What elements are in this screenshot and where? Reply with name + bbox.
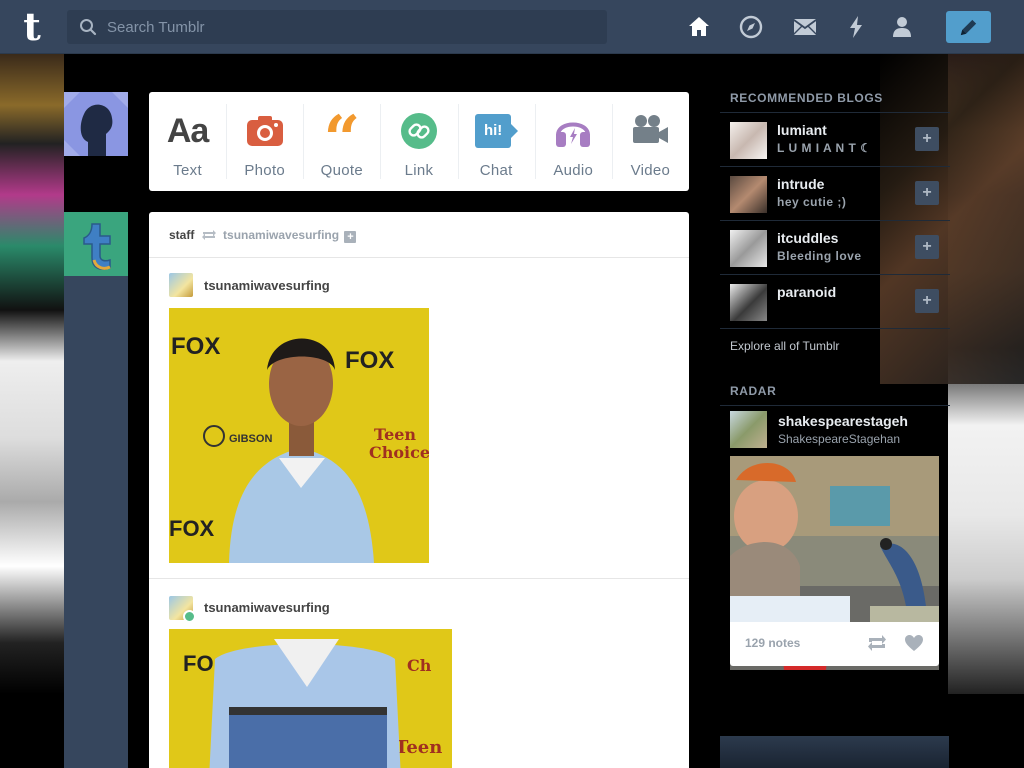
- recommended-blog-item[interactable]: itcuddles Bleeding love +: [720, 221, 950, 275]
- right-sidebar: RECOMMENDED BLOGS lumiant L U M I A N T …: [720, 84, 950, 670]
- svg-text:Teen: Teen: [395, 737, 442, 758]
- reblogger-name[interactable]: staff: [169, 228, 194, 242]
- follow-button[interactable]: +: [915, 235, 939, 259]
- post-type-label: Video: [630, 162, 671, 179]
- post-type-label: Text: [173, 162, 202, 179]
- background-image-left: [0, 54, 64, 694]
- blog-name[interactable]: shakespearestageh: [778, 413, 910, 429]
- explore-all-link[interactable]: Explore all of Tumblr: [720, 329, 950, 363]
- user-avatar[interactable]: [64, 92, 128, 156]
- text-icon: Aa: [166, 111, 209, 150]
- post-header: staff tsunamiwavesurfing +: [149, 212, 689, 258]
- reblog-icon[interactable]: [866, 634, 888, 652]
- photo-person-image: FOX FOX FOX Teen Choice GIBSON: [169, 308, 429, 563]
- blog-avatar[interactable]: [730, 411, 767, 448]
- home-icon[interactable]: [686, 14, 712, 40]
- post-type-text-button[interactable]: Aa Text: [149, 92, 226, 191]
- post-type-quote-button[interactable]: “ Quote: [303, 92, 380, 191]
- default-avatar-silhouette-icon: [64, 92, 128, 156]
- staff-avatar[interactable]: [64, 212, 128, 276]
- tumblr-t-icon: [83, 223, 111, 270]
- pencil-icon: [960, 19, 977, 36]
- post-photo[interactable]: FO Ch Teen: [169, 629, 452, 768]
- blog-subtitle: hey cutie ;): [777, 195, 847, 209]
- top-navigation-bar: t: [0, 0, 1024, 54]
- post-type-bar: Aa Text Photo “ Quote Link hi! Chat Audi…: [149, 92, 689, 191]
- blog-name[interactable]: paranoid: [777, 284, 836, 300]
- recommended-blog-item[interactable]: intrude hey cutie ;) +: [720, 167, 950, 221]
- account-person-icon[interactable]: [889, 14, 915, 40]
- post-type-audio-button[interactable]: Audio: [534, 92, 612, 191]
- post-type-video-button[interactable]: Video: [611, 92, 689, 191]
- svg-text:Teen: Teen: [374, 425, 416, 444]
- svg-text:FOX: FOX: [345, 347, 394, 374]
- dashboard-post: staff tsunamiwavesurfing + tsunamiwavesu…: [149, 212, 689, 768]
- source-blog-name[interactable]: tsunamiwavesurfing: [223, 228, 339, 242]
- follow-plus-icon[interactable]: +: [344, 231, 357, 243]
- blog-avatar[interactable]: [730, 284, 767, 321]
- follow-button[interactable]: +: [914, 416, 923, 434]
- blog-subtitle: ShakespeareStagehan: [778, 432, 901, 446]
- blog-avatar[interactable]: [730, 122, 767, 159]
- blog-name[interactable]: intrude: [777, 176, 824, 192]
- reblog-badge-icon: [183, 610, 196, 623]
- svg-text:FO: FO: [183, 651, 214, 676]
- post-type-photo-button[interactable]: Photo: [226, 92, 303, 191]
- post-type-label: Chat: [479, 162, 513, 179]
- post-item: tsunamiwavesurfing FOX FOX FOX Teen Choi…: [149, 258, 689, 579]
- blog-avatar[interactable]: [730, 230, 767, 267]
- post-type-label: Link: [404, 162, 434, 179]
- follow-button[interactable]: +: [915, 127, 939, 151]
- recommended-blog-item[interactable]: paranoid +: [720, 275, 950, 329]
- post-username[interactable]: tsunamiwavesurfing: [204, 278, 330, 293]
- post-photo[interactable]: FOX FOX FOX Teen Choice GIBSON: [169, 308, 429, 563]
- recommended-blogs-title: RECOMMENDED BLOGS: [720, 84, 950, 113]
- svg-text:Choice: Choice: [369, 443, 429, 462]
- radar-post-header: shakespearestageh ShakespeareStagehan +: [730, 406, 939, 452]
- blog-subtitle: Bleeding love: [777, 249, 862, 263]
- search-bar[interactable]: [67, 10, 607, 44]
- reblog-icon: [201, 230, 216, 240]
- photo-person-image: FO Ch Teen: [169, 629, 452, 768]
- blog-avatar[interactable]: [169, 273, 193, 297]
- blog-name[interactable]: lumiant: [777, 122, 827, 138]
- explore-compass-icon[interactable]: [738, 14, 764, 40]
- radar-title: RADAR: [720, 377, 950, 406]
- follow-button[interactable]: +: [915, 289, 939, 313]
- post-type-label: Photo: [244, 162, 286, 179]
- notes-count[interactable]: 129 notes: [745, 636, 800, 650]
- compose-button[interactable]: [946, 11, 991, 43]
- headphones-icon: [556, 122, 591, 147]
- radar-post: shakespearestageh ShakespeareStagehan +: [730, 406, 939, 711]
- recommended-blog-item[interactable]: lumiant L U M I A N T ☾ +: [720, 113, 950, 167]
- activity-lightning-icon[interactable]: [843, 14, 869, 40]
- post-username[interactable]: tsunamiwavesurfing: [204, 600, 330, 615]
- post-type-label: Audio: [553, 162, 594, 179]
- radar-post-footer: 129 notes: [730, 622, 939, 666]
- tumblr-logo[interactable]: t: [14, 8, 50, 46]
- svg-text:FOX: FOX: [171, 333, 220, 360]
- post-item: tsunamiwavesurfing FO Ch Teen: [149, 579, 689, 768]
- chat-icon: hi!: [475, 114, 519, 148]
- rail-separator: [64, 156, 128, 212]
- blog-avatar[interactable]: [169, 596, 196, 623]
- sidebar-bottom-panel: [720, 736, 949, 768]
- post-type-chat-button[interactable]: hi! Chat: [457, 92, 535, 191]
- post-type-link-button[interactable]: Link: [380, 92, 457, 191]
- search-icon: [80, 19, 97, 36]
- post-type-label: Quote: [320, 162, 364, 179]
- svg-text:Ch: Ch: [407, 656, 432, 675]
- video-camera-icon: [633, 115, 669, 143]
- blog-name[interactable]: itcuddles: [777, 230, 838, 246]
- link-icon: [400, 113, 437, 149]
- inbox-mail-icon[interactable]: [792, 14, 818, 40]
- camera-icon: [246, 116, 283, 146]
- blog-avatar[interactable]: [730, 176, 767, 213]
- follow-button[interactable]: +: [915, 181, 939, 205]
- like-heart-icon[interactable]: [904, 634, 924, 652]
- svg-text:GIBSON: GIBSON: [229, 433, 272, 445]
- blog-subtitle: L U M I A N T ☾: [777, 141, 872, 155]
- search-input[interactable]: [107, 10, 597, 44]
- svg-text:FOX: FOX: [169, 516, 215, 541]
